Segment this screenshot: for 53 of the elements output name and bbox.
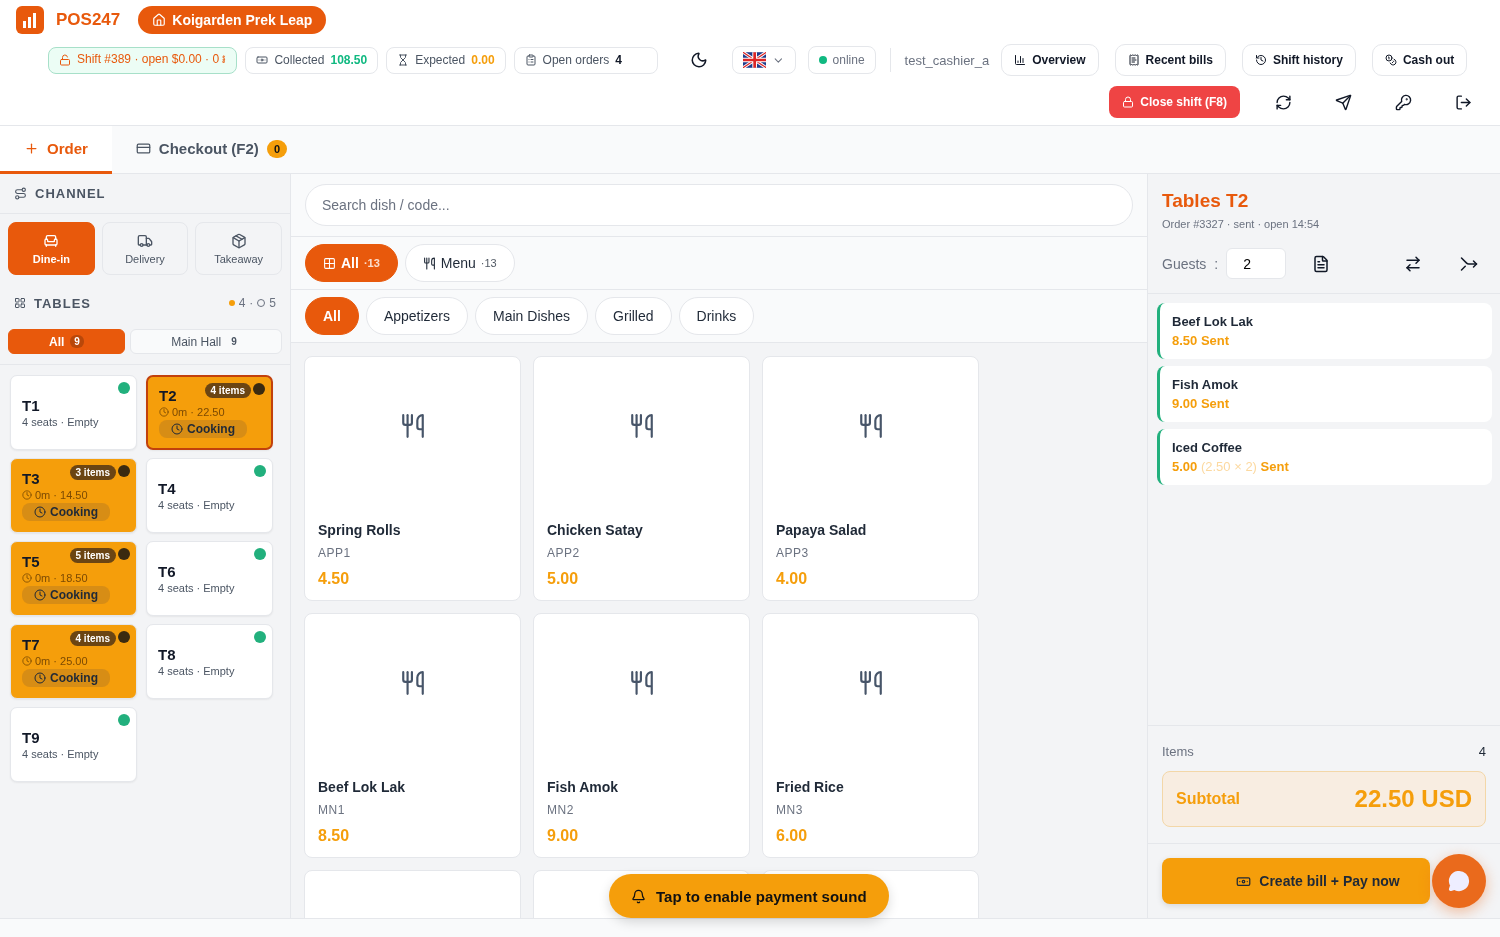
item-price: 5.00 (2.50 × 2) Sent <box>1172 459 1290 474</box>
order-title: Tables T2 <box>1162 190 1250 212</box>
table-info: 4 seats · Empty <box>22 748 99 760</box>
cooking-status: Cooking <box>22 586 110 604</box>
stat-pill: Expected 0.00 <box>386 46 506 74</box>
item-name: Iced Coffee <box>1172 440 1244 455</box>
section-title: TABLES <box>34 295 92 311</box>
order-meta: Order #3327 · sent · open 14:54 <box>1162 218 1321 230</box>
table-name: T2 <box>159 387 177 404</box>
busy-count: 4 <box>238 296 246 310</box>
subtotal-label: Subtotal <box>1176 790 1240 808</box>
table-info: 0m · 18.50 <box>35 572 88 584</box>
guests-label: Guests <box>1162 255 1207 272</box>
table-name: T8 <box>158 646 176 663</box>
brand-name: POS247 <box>56 10 121 30</box>
table-info: 4 seats · Empty <box>22 416 99 428</box>
table-name: T5 <box>22 553 40 570</box>
table-name: T9 <box>22 729 40 746</box>
table-name: T1 <box>22 397 40 414</box>
items-count: 4 <box>1478 744 1486 759</box>
stat-pill: Open orders 4 <box>513 46 658 74</box>
table-info: 4 seats · Empty <box>158 582 235 594</box>
count-badge: 0 <box>266 139 287 158</box>
items-badge: 5 items <box>69 548 116 563</box>
cooking-status: Cooking <box>159 420 247 438</box>
table-name: T4 <box>158 480 176 497</box>
items-badge: 4 items <box>69 631 116 646</box>
table-info: 4 seats · Empty <box>158 665 235 677</box>
item-price: 9.00 Sent <box>1172 396 1231 411</box>
guests-separator: : <box>1214 255 1219 272</box>
table-info: 0m · 22.50 <box>172 406 225 418</box>
cooking-status: Cooking <box>22 503 110 521</box>
item-name: Beef Lok Lak <box>1172 314 1254 329</box>
item-name: Fish Amok <box>1172 377 1239 392</box>
items-badge: 3 items <box>69 465 116 480</box>
table-info: 0m · 14.50 <box>35 489 88 501</box>
item-price: 8.50 Sent <box>1172 333 1231 348</box>
stat-pill: Collected 108.50 <box>245 46 379 74</box>
table-name: T6 <box>158 563 176 580</box>
username: test_cashier_a <box>904 52 990 68</box>
table-name: T7 <box>22 636 40 653</box>
free-count: 5 <box>269 296 276 310</box>
section-title: CHANNEL <box>35 186 106 201</box>
shift-status: Shift #389 · open $0.00 · 0 ៛ <box>48 46 238 74</box>
cooking-status: Cooking <box>22 669 110 687</box>
count-separator: · <box>249 296 254 310</box>
items-badge: 4 items <box>204 383 251 398</box>
subtotal-value: 22.50 USD <box>1354 785 1472 813</box>
connection-status: online <box>807 46 876 74</box>
table-info: 0m · 25.00 <box>35 655 88 667</box>
table-info: 4 seats · Empty <box>158 499 235 511</box>
items-label: Items <box>1162 744 1194 759</box>
table-name: T3 <box>22 470 40 487</box>
